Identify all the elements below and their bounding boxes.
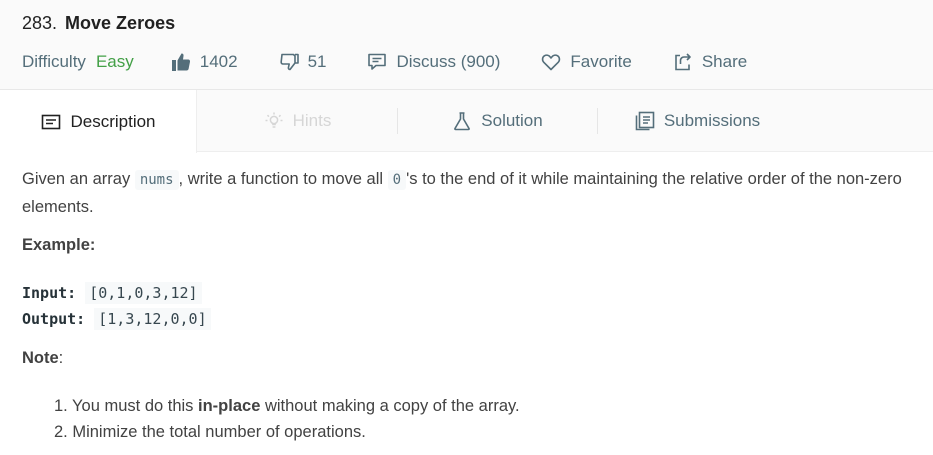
- tab-hints[interactable]: Hints: [197, 90, 397, 152]
- example-output-line: Output: [1,3,12,0,0]: [22, 306, 211, 332]
- favorite-label: Favorite: [570, 52, 632, 71]
- output-value: [1,3,12,0,0]: [94, 308, 211, 330]
- tab-label: Hints: [292, 111, 332, 130]
- note-colon: :: [58, 349, 64, 367]
- discuss-link[interactable]: Discuss (900): [366, 51, 500, 73]
- description-text: , write a function to move all: [178, 170, 388, 188]
- difficulty-value: Easy: [95, 52, 134, 71]
- problem-tabs: Description Hints Solution Submissions: [0, 90, 933, 153]
- inline-code-zero: 0: [387, 170, 407, 190]
- favorite-button[interactable]: Favorite: [540, 51, 632, 73]
- list-item: 2. Minimize the total number of operatio…: [54, 423, 366, 441]
- tab-label: Submissions: [663, 111, 761, 130]
- tab-solution[interactable]: Solution: [397, 90, 597, 152]
- example-heading: Example:: [22, 236, 96, 254]
- lightbulb-icon: [263, 110, 285, 132]
- like-button[interactable]: 1402: [170, 51, 238, 73]
- page-title: 283. Move Zeroes: [22, 13, 175, 34]
- description-icon: [40, 111, 62, 133]
- tab-label: Solution: [481, 111, 543, 130]
- comment-icon: [366, 51, 388, 73]
- example-input-line: Input: [0,1,0,3,12]: [22, 280, 211, 306]
- inline-code-nums: nums: [134, 170, 179, 190]
- problem-meta: Difficulty Easy 1402 51 Discuss (900) Fa…: [22, 50, 787, 74]
- input-value: [0,1,0,3,12]: [85, 282, 202, 304]
- tab-description[interactable]: Description: [0, 90, 197, 153]
- problem-name: Move Zeroes: [65, 13, 176, 33]
- difficulty-label: Difficulty: [22, 52, 86, 71]
- output-label: Output:: [22, 310, 86, 328]
- note-item-text: without making a copy of the array.: [260, 397, 520, 415]
- thumbs-up-icon: [170, 51, 192, 73]
- tab-label: Description: [70, 111, 156, 131]
- likes-count: 1402: [199, 52, 238, 71]
- share-icon: [672, 51, 694, 73]
- note-list: 1. You must do this in-place without mak…: [54, 393, 520, 445]
- flask-icon: [451, 110, 473, 132]
- share-button[interactable]: Share: [672, 51, 747, 73]
- note-title: Note: [22, 349, 59, 367]
- tab-submissions[interactable]: Submissions: [597, 90, 797, 152]
- note-item-text: 1. You must do this: [54, 397, 199, 415]
- input-label: Input:: [22, 284, 77, 302]
- example-block: Input: [0,1,0,3,12] Output: [1,3,12,0,0]: [22, 280, 211, 332]
- list-item: 1. You must do this in-place without mak…: [54, 393, 520, 419]
- note-item-bold: in-place: [198, 397, 261, 415]
- thumbs-down-icon: [278, 51, 300, 73]
- description-text: Given an array: [22, 170, 135, 188]
- share-label: Share: [701, 52, 748, 71]
- heart-icon: [540, 51, 562, 73]
- submissions-icon: [634, 110, 656, 132]
- dislikes-count: 51: [307, 52, 327, 71]
- problem-header: 283. Move Zeroes Difficulty Easy 1402 51…: [0, 0, 933, 90]
- problem-description: Given an array nums, write a function to…: [22, 166, 912, 221]
- discuss-label: Discuss (900): [396, 52, 501, 71]
- dislike-button[interactable]: 51: [278, 51, 327, 73]
- note-heading: Note:: [22, 349, 63, 368]
- problem-number: 283.: [22, 13, 58, 33]
